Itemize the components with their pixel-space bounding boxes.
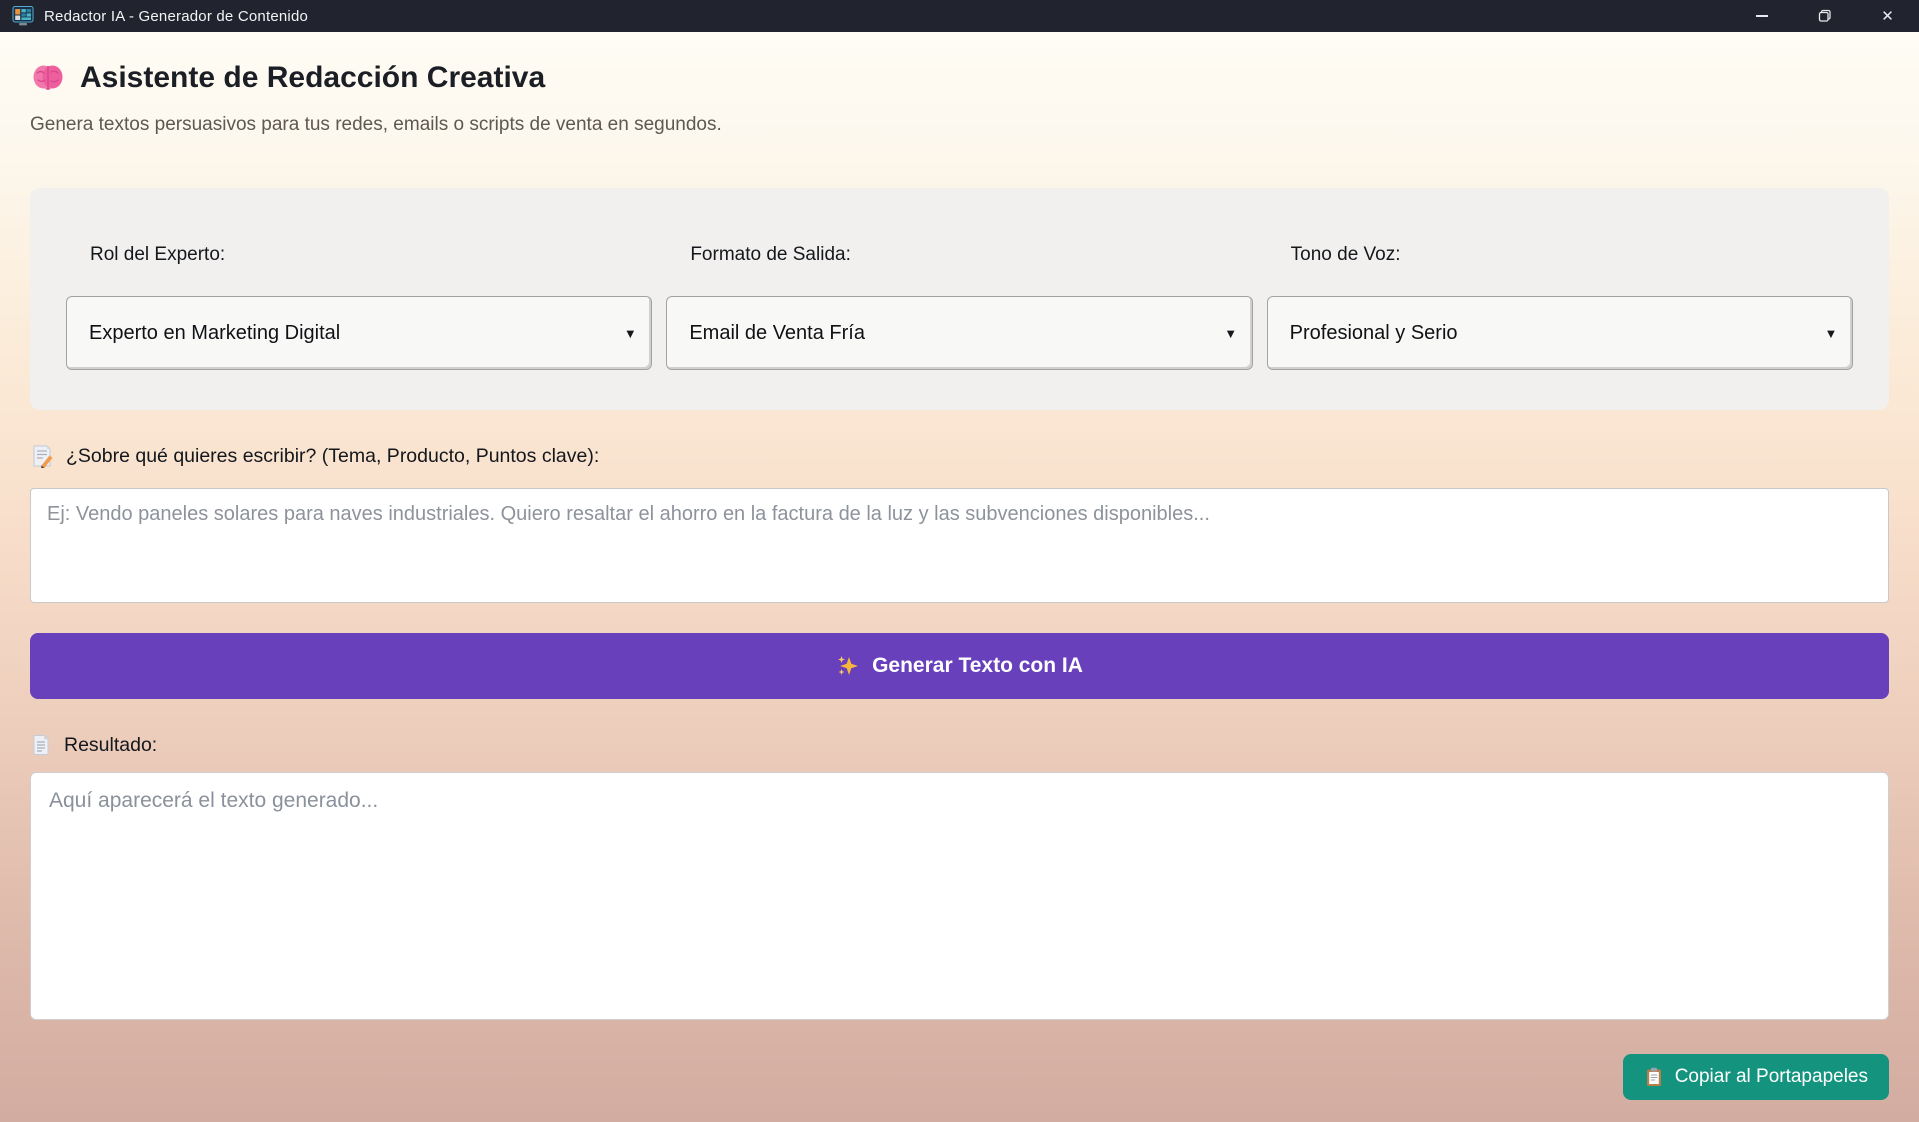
result-label-row: Resultado: xyxy=(30,732,1889,758)
field-label: Tono de Voz: xyxy=(1291,244,1853,270)
copy-to-clipboard-button[interactable]: Copiar al Portapapeles xyxy=(1623,1054,1889,1100)
result-output[interactable] xyxy=(30,772,1889,1020)
sparkles-icon xyxy=(836,654,860,678)
copy-row: Copiar al Portapapeles xyxy=(30,1054,1889,1100)
combobox-rol-experto[interactable]: Experto en Marketing Digital ▼ xyxy=(66,296,652,370)
field-tono-voz: Tono de Voz: Profesional y Serio ▼ xyxy=(1267,244,1853,370)
combo-value: Experto en Marketing Digital xyxy=(89,322,340,345)
restore-icon xyxy=(1818,9,1832,23)
close-icon: ✕ xyxy=(1881,9,1894,24)
page-icon xyxy=(30,734,52,756)
chevron-down-icon: ▼ xyxy=(1810,298,1852,368)
restore-button[interactable] xyxy=(1793,0,1856,32)
combo-value: Email de Venta Fría xyxy=(689,322,865,345)
prompt-input[interactable] xyxy=(30,488,1889,603)
memo-pencil-icon xyxy=(30,444,54,468)
field-label: Formato de Salida: xyxy=(690,244,1252,270)
combobox-formato-salida[interactable]: Email de Venta Fría ▼ xyxy=(666,296,1252,370)
field-label: Rol del Experto: xyxy=(90,244,652,270)
prompt-label-row: ¿Sobre qué quieres escribir? (Tema, Prod… xyxy=(30,443,1889,469)
page-subtitle: Genera textos persuasivos para tus redes… xyxy=(30,114,1889,136)
close-button[interactable]: ✕ xyxy=(1856,0,1919,32)
prompt-label: ¿Sobre qué quieres escribir? (Tema, Prod… xyxy=(66,445,599,468)
clipboard-icon xyxy=(1644,1067,1664,1087)
combobox-tono-voz[interactable]: Profesional y Serio ▼ xyxy=(1267,296,1853,370)
minimize-icon xyxy=(1756,15,1768,17)
page-title: Asistente de Redacción Creativa xyxy=(80,61,545,95)
window-controls: ✕ xyxy=(1730,0,1919,32)
generate-button[interactable]: Generar Texto con IA xyxy=(30,633,1889,699)
brain-icon xyxy=(30,60,66,96)
selector-panel: Rol del Experto: Experto en Marketing Di… xyxy=(30,188,1889,410)
copy-button-label: Copiar al Portapapeles xyxy=(1675,1066,1868,1088)
chevron-down-icon: ▼ xyxy=(609,298,651,368)
field-rol-experto: Rol del Experto: Experto en Marketing Di… xyxy=(66,244,652,370)
result-label: Resultado: xyxy=(64,734,157,757)
chevron-down-icon: ▼ xyxy=(1210,298,1252,368)
generate-button-label: Generar Texto con IA xyxy=(872,654,1083,678)
combo-value: Profesional y Serio xyxy=(1290,322,1458,345)
main-content: Asistente de Redacción Creativa Genera t… xyxy=(0,32,1919,1122)
titlebar: Redactor IA - Generador de Contenido ✕ xyxy=(0,0,1919,32)
page-header: Asistente de Redacción Creativa xyxy=(30,32,1889,100)
field-formato-salida: Formato de Salida: Email de Venta Fría ▼ xyxy=(666,244,1252,370)
window-title: Redactor IA - Generador de Contenido xyxy=(44,8,308,25)
app-grid-icon xyxy=(12,5,34,27)
minimize-button[interactable] xyxy=(1730,0,1793,32)
